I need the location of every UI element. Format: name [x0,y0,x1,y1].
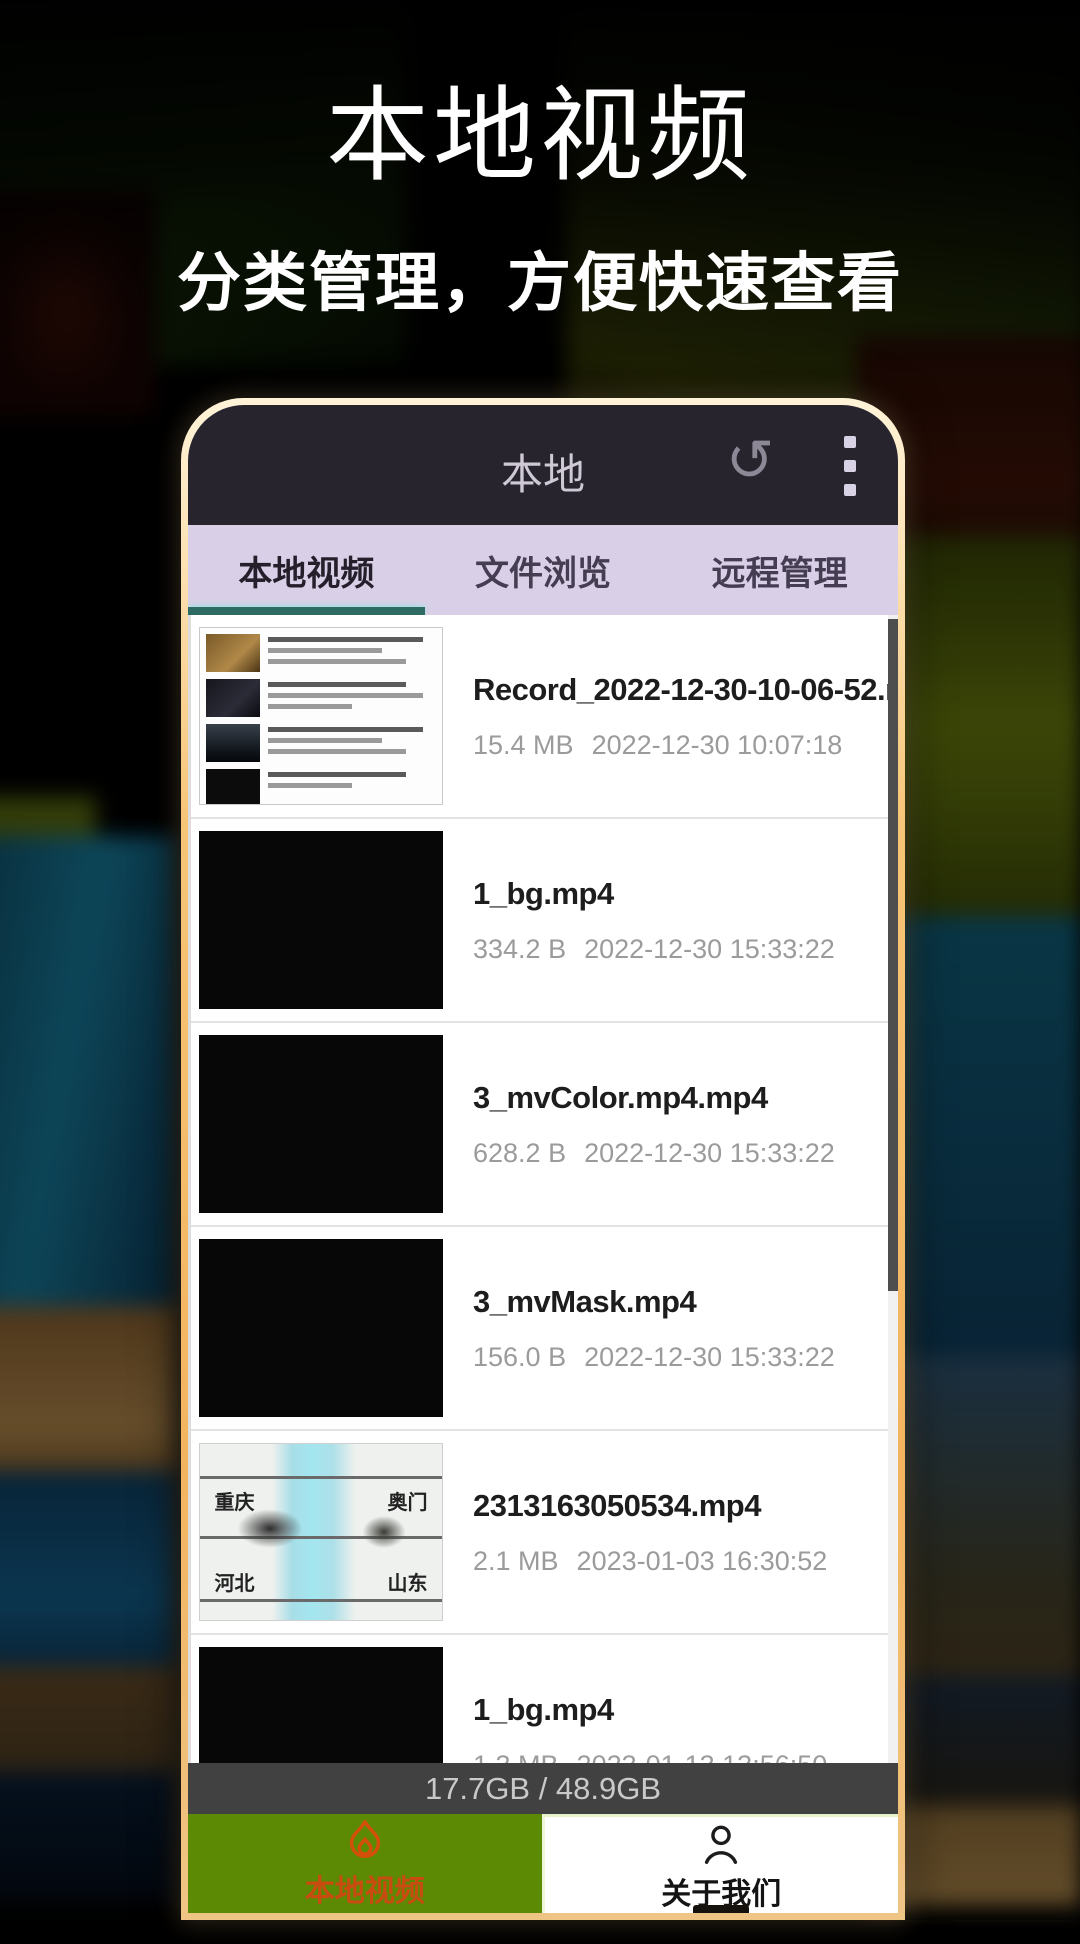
file-info: Record_2022-12-30-10-06-52.mp4 15.4 MB 2… [473,627,874,805]
file-datetime: 2022-12-30 10:07:18 [592,730,843,761]
nav-local-videos[interactable]: 本地视频 [188,1814,542,1913]
map-label: 河北 [215,1567,255,1596]
map-label: 山东 [387,1567,427,1596]
flame-icon [342,1818,388,1864]
file-datetime: 2022-12-30 15:33:22 [584,934,835,965]
partial-element [693,1905,749,1913]
file-size: 2.1 MB [473,1546,559,1577]
file-meta: 628.2 B 2022-12-30 15:33:22 [473,1138,835,1169]
file-meta: 15.4 MB 2022-12-30 10:07:18 [473,730,874,761]
file-meta: 1.3 MB 2023-01-13 13:56:50 [473,1750,827,1764]
file-meta: 334.2 B 2022-12-30 15:33:22 [473,934,835,965]
file-size: 1.3 MB [473,1750,559,1764]
file-size: 334.2 B [473,934,566,965]
file-datetime: 2023-01-03 16:30:52 [577,1546,828,1577]
tab-file-browse[interactable]: 文件浏览 [425,525,662,615]
file-row[interactable]: 1_bg.mp4 1.3 MB 2023-01-13 13:56:50 [191,1635,898,1763]
video-thumbnail [199,1647,443,1763]
tab-remote-manage[interactable]: 远程管理 [661,525,898,615]
scrollbar-thumb[interactable] [888,619,898,1291]
file-name: 3_mvColor.mp4.mp4 [473,1080,835,1116]
nav-about-us[interactable]: 关于我们 [542,1814,899,1913]
phone-frame: 本地 ↺ 本地视频 文件浏览 远程管理 [181,398,905,1920]
map-label: 奥门 [387,1486,427,1515]
file-meta: 156.0 B 2022-12-30 15:33:22 [473,1342,835,1373]
storage-usage: 17.7GB / 48.9GB [188,1763,898,1814]
file-name: Record_2022-12-30-10-06-52.mp4 [473,672,874,708]
bottom-nav: 本地视频 关于我们 [188,1814,898,1913]
tab-local-videos[interactable]: 本地视频 [188,525,425,615]
file-datetime: 2023-01-13 13:56:50 [577,1750,828,1764]
file-info: 1_bg.mp4 1.3 MB 2023-01-13 13:56:50 [473,1647,827,1763]
file-datetime: 2022-12-30 15:33:22 [584,1138,835,1169]
video-thumbnail: 重庆 奥门 河北 山东 [199,1443,443,1621]
file-row[interactable]: 1_bg.mp4 334.2 B 2022-12-30 15:33:22 [191,819,898,1023]
file-name: 1_bg.mp4 [473,876,835,912]
app-title: 本地 [188,441,898,502]
file-name: 3_mvMask.mp4 [473,1284,835,1320]
video-thumbnail [199,1239,443,1417]
video-thumbnail [199,627,443,805]
file-info: 3_mvMask.mp4 156.0 B 2022-12-30 15:33:22 [473,1239,835,1417]
scrollbar[interactable] [888,615,898,1763]
file-row[interactable]: 3_mvMask.mp4 156.0 B 2022-12-30 15:33:22 [191,1227,898,1431]
phone-screen: 本地 ↺ 本地视频 文件浏览 远程管理 [188,405,898,1913]
file-name: 1_bg.mp4 [473,1692,827,1728]
person-icon [698,1821,744,1867]
app-header: 本地 ↺ [188,405,898,525]
file-meta: 2.1 MB 2023-01-03 16:30:52 [473,1546,827,1577]
hero-subtitle: 分类管理，方便快速查看 [0,232,1080,324]
file-name: 2313163050534.mp4 [473,1488,827,1524]
video-thumbnail [199,1035,443,1213]
file-size: 156.0 B [473,1342,566,1373]
nav-label: 本地视频 [305,1866,425,1910]
file-size: 15.4 MB [473,730,574,761]
video-thumbnail [199,831,443,1009]
file-row[interactable]: 重庆 奥门 河北 山东 2313163050534.mp4 2.1 MB 202… [191,1431,898,1635]
refresh-icon[interactable]: ↺ [720,427,780,499]
file-info: 2313163050534.mp4 2.1 MB 2023-01-03 16:3… [473,1443,827,1621]
file-info: 1_bg.mp4 334.2 B 2022-12-30 15:33:22 [473,831,835,1009]
file-list: Record_2022-12-30-10-06-52.mp4 15.4 MB 2… [188,615,898,1763]
file-row[interactable]: Record_2022-12-30-10-06-52.mp4 15.4 MB 2… [191,615,898,819]
file-datetime: 2022-12-30 15:33:22 [584,1342,835,1373]
file-size: 628.2 B [473,1138,566,1169]
tab-bar: 本地视频 文件浏览 远程管理 [188,525,898,615]
file-info: 3_mvColor.mp4.mp4 628.2 B 2022-12-30 15:… [473,1035,835,1213]
file-row[interactable]: 3_mvColor.mp4.mp4 628.2 B 2022-12-30 15:… [191,1023,898,1227]
overflow-menu-icon[interactable] [832,431,868,501]
map-label: 重庆 [215,1486,255,1515]
hero-title: 本地视频 [0,52,1080,201]
active-tab-indicator [188,607,425,615]
